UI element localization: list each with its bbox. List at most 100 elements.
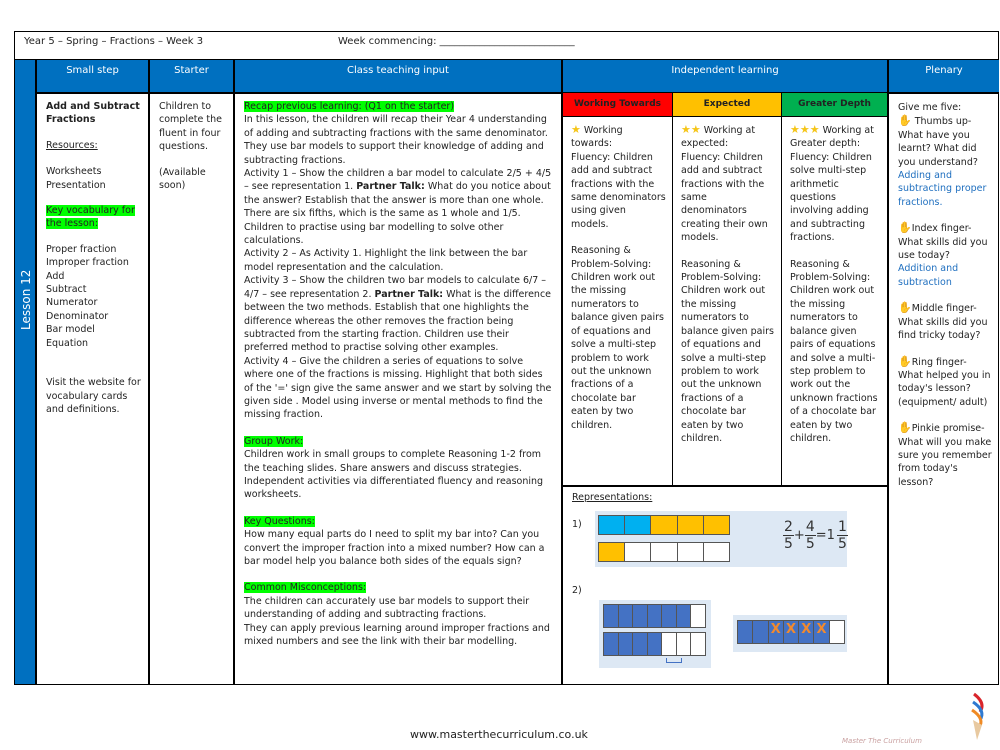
fluency-text: Fluency: Children add and subtract fract… xyxy=(571,151,666,230)
plenary-answer: Adding and subtracting proper fractions. xyxy=(898,170,987,208)
plenary-item: ✋Middle finger- What skills did you find… xyxy=(898,301,993,342)
plenary-question: What helped you in today's lesson? (equi… xyxy=(898,369,991,408)
resource-item: Presentation xyxy=(46,179,106,191)
greater-depth-cell: ★★★ Working at Greater depth: Fluency: C… xyxy=(782,117,889,486)
cross-icon: X xyxy=(783,621,800,643)
bar-model-sevenths-top xyxy=(603,604,706,628)
bar-part-filled xyxy=(662,605,677,627)
plenary-item-title: Ring finger- xyxy=(911,356,967,368)
bar-part-empty xyxy=(625,543,652,561)
plenary-cell: Give me five: ✋ Thumbs up- What have you… xyxy=(889,94,999,684)
bar-part-empty xyxy=(662,633,677,655)
plus-sign: + xyxy=(793,528,805,543)
representations-label: Representations: xyxy=(572,492,653,503)
partner-talk-label: Partner Talk: xyxy=(356,181,425,193)
footer-url[interactable]: www.masterthecurriculum.co.uk xyxy=(410,728,588,741)
bar-part-empty xyxy=(691,633,706,655)
bar-part-empty xyxy=(677,543,704,561)
recap-label: Recap previous learning: (Q1 on the star… xyxy=(244,101,455,112)
cross-icon: X xyxy=(799,621,815,643)
hand-icon: ✋ xyxy=(898,221,912,235)
starter-availability: (Available soon) xyxy=(159,166,206,192)
resources-label: Resources: xyxy=(46,139,98,151)
vocab-item: Add xyxy=(46,270,65,282)
star-icon: ★ xyxy=(571,123,581,136)
vocab-item: Bar model xyxy=(46,324,95,336)
expected-cell: ★★ Working at expected: Fluency: Childre… xyxy=(673,117,782,486)
header-independent: Independent learning xyxy=(563,60,889,93)
teaching-intro: In this lesson, the children will recap … xyxy=(244,114,548,166)
plenary-item: ✋ Thumbs up- What have you learnt? What … xyxy=(898,114,993,209)
plenary-question: What skills did you find tricky today? xyxy=(898,316,988,342)
starter-cell: Children to complete the fluent in four … xyxy=(150,94,235,684)
reasoning-text: Reasoning & Problem-Solving: Children wo… xyxy=(571,245,664,431)
bar-part-blue xyxy=(625,516,652,534)
bar-part-filled xyxy=(604,605,619,627)
bar-model-top xyxy=(598,515,730,535)
bar-part-orange xyxy=(651,516,678,534)
whole-number: 1 xyxy=(826,528,835,543)
key-questions-text: How many equal parts do I need to split … xyxy=(244,529,545,567)
plenary-item-title: Thumbs up- xyxy=(914,116,972,128)
star-icon: ★★ xyxy=(681,123,701,136)
denominator: 5 xyxy=(837,536,847,552)
plenary-item-title: Pinkie promise- xyxy=(911,423,985,435)
bar-part-empty xyxy=(829,621,844,643)
bar-part-filled xyxy=(633,633,648,655)
header-plenary: Plenary xyxy=(889,60,999,93)
vocab-label: Key vocabulary for the lesson: xyxy=(46,205,135,230)
teaching-cell: Recap previous learning: (Q1 on the star… xyxy=(235,94,563,684)
denominator: 5 xyxy=(784,536,793,552)
plenary-item-title: Index finger- xyxy=(911,223,972,235)
bar-part-empty xyxy=(691,605,706,627)
bar-part-filled xyxy=(633,605,648,627)
vocab-item: Denominator xyxy=(46,310,109,322)
plenary-item-title: Middle finger- xyxy=(911,303,977,315)
plenary-item: ✋Pinkie promise- What will you make sure… xyxy=(898,421,993,489)
bar-part-empty xyxy=(703,543,730,561)
header-class-teaching: Class teaching input xyxy=(235,60,563,93)
numerator: 4 xyxy=(804,519,816,536)
fluency-text: Fluency: Children add and subtract fract… xyxy=(681,151,768,244)
sheet-title: Year 5 – Spring – Fractions – Week 3 xyxy=(24,36,204,47)
vocab-item: Proper fraction xyxy=(46,243,117,255)
bar-model-removal: X X X X xyxy=(737,620,845,644)
misconceptions-label: Common Misconceptions: xyxy=(244,582,367,594)
denominator: 5 xyxy=(805,536,815,552)
bar-part-filled xyxy=(604,633,619,655)
plenary-question: What skills did you use today? xyxy=(898,236,988,262)
star-icon: ★★★ xyxy=(790,123,820,136)
bar-part-filled xyxy=(676,605,692,627)
bar-model-sevenths-bottom xyxy=(603,632,706,656)
cross-icon: X xyxy=(814,621,830,643)
activity-3: Activity 3 – Show the children two bar m… xyxy=(244,274,553,354)
bar-part-orange xyxy=(703,516,730,534)
bar-part-orange xyxy=(599,543,626,561)
equation: 25 + 45 = 1 15 xyxy=(783,519,848,552)
vocab-item: Improper fraction xyxy=(46,257,129,269)
bar-part-orange xyxy=(677,516,704,534)
pencil-logo-icon xyxy=(968,692,988,742)
lesson-sidebar: Lesson 12 xyxy=(15,60,37,684)
plenary-item: ✋Ring finger- What helped you in today's… xyxy=(898,355,993,410)
reasoning-text: Reasoning & Problem-Solving: Children wo… xyxy=(790,258,878,444)
plenary-intro: Give me five: xyxy=(898,102,962,113)
bar-part-filled xyxy=(618,633,634,655)
plenary-answer: Addition and subtraction xyxy=(898,263,959,288)
activity-4: Activity 4 – Give the children a series … xyxy=(244,355,552,421)
level-working-towards: Working Towards xyxy=(563,93,673,117)
vocab-item: Equation xyxy=(46,337,89,349)
bar-part-empty xyxy=(676,633,692,655)
vocab-item: Subtract xyxy=(46,284,87,296)
header-starter: Starter xyxy=(150,60,235,93)
activity-2: Activity 2 – As Activity 1. Highlight th… xyxy=(244,248,528,273)
website-note: Visit the website for vocabulary cards a… xyxy=(46,377,141,415)
hand-icon: ✋ xyxy=(898,421,912,435)
level-expected: Expected xyxy=(673,93,782,117)
bar-part-filled xyxy=(753,621,769,643)
plenary-question: What will you make sure you remember fro… xyxy=(898,436,992,488)
numerator: 1 xyxy=(836,519,848,536)
bar-part-filled xyxy=(738,621,754,643)
key-questions-label: Key Questions: xyxy=(244,515,315,527)
working-towards-cell: ★ Working towards: Fluency: Children add… xyxy=(563,117,673,486)
